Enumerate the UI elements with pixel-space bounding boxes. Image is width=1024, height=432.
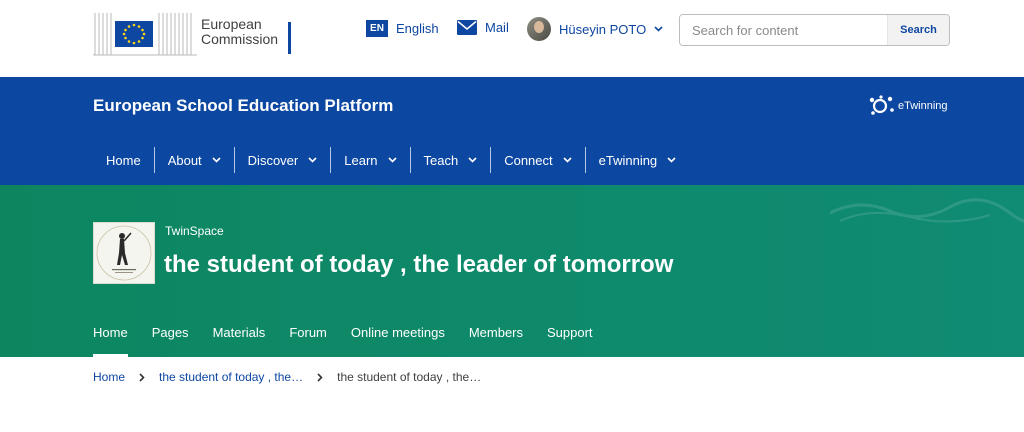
- chevron-right-icon: [317, 372, 323, 382]
- language-code-badge: EN: [366, 20, 388, 37]
- tab-support[interactable]: Support: [547, 325, 593, 357]
- breadcrumb-current: the student of today , the…: [337, 370, 482, 384]
- language-selector[interactable]: EN English: [366, 20, 439, 37]
- user-name: Hüseyin POTO: [559, 21, 647, 37]
- nav-connect[interactable]: Connect: [491, 147, 586, 173]
- twinspace-thumbnail: [93, 222, 155, 284]
- twinspace-header: TwinSpace the student of today , the lea…: [0, 185, 1024, 357]
- breadcrumb-home[interactable]: Home: [93, 370, 125, 384]
- etwinning-logo-text: eTwinning: [898, 100, 948, 112]
- chevron-down-icon[interactable]: [308, 157, 317, 163]
- logo-line-2: Commission: [201, 31, 279, 47]
- user-menu[interactable]: Hüseyin POTO: [527, 17, 663, 41]
- chevron-down-icon[interactable]: [387, 157, 397, 163]
- european-commission-logo[interactable]: European Commission: [93, 6, 293, 58]
- tab-forum[interactable]: Forum: [289, 325, 327, 357]
- nav-home-label: Home: [106, 152, 141, 168]
- chevron-down-icon[interactable]: [667, 157, 676, 163]
- chevron-down-icon[interactable]: [563, 157, 572, 163]
- decorative-pattern: [830, 198, 1024, 223]
- nav-teach[interactable]: Teach: [411, 147, 492, 173]
- nav-about-label: About: [167, 152, 202, 168]
- language-label: English: [396, 21, 439, 36]
- nav-learn[interactable]: Learn: [331, 147, 411, 173]
- envelope-icon: [457, 20, 477, 35]
- chevron-down-icon[interactable]: [468, 157, 477, 163]
- nav-discover[interactable]: Discover: [235, 147, 332, 173]
- site-header: European School Education Platform eTwin…: [0, 77, 1024, 185]
- nav-connect-label: Connect: [504, 152, 553, 168]
- breadcrumb-parent[interactable]: the student of today , the…: [159, 370, 303, 384]
- nav-teach-label: Teach: [423, 152, 459, 168]
- mail-link[interactable]: Mail: [457, 20, 509, 35]
- search-box: Search: [679, 14, 950, 46]
- top-header: European Commission EN English Mail Hüse…: [0, 0, 1024, 77]
- nav-etwinning[interactable]: eTwinning: [586, 147, 690, 173]
- etwinning-stars-icon: [869, 95, 894, 115]
- european-commission-wordmark: European Commission: [201, 17, 278, 47]
- commission-building-icon: [93, 7, 197, 57]
- etwinning-logo[interactable]: eTwinning: [868, 95, 948, 117]
- tab-pages[interactable]: Pages: [152, 325, 189, 357]
- nav-home[interactable]: Home: [93, 147, 155, 173]
- nav-about[interactable]: About: [155, 147, 235, 173]
- tab-home[interactable]: Home: [93, 325, 128, 357]
- search-button[interactable]: Search: [887, 15, 949, 45]
- tab-online-meetings[interactable]: Online meetings: [351, 325, 445, 357]
- chevron-down-icon: [654, 26, 663, 32]
- nav-learn-label: Learn: [344, 152, 378, 168]
- avatar: [527, 17, 551, 41]
- logo-divider: [288, 22, 291, 54]
- chevron-right-icon: [139, 372, 145, 382]
- space-type-label: TwinSpace: [165, 224, 224, 238]
- chevron-down-icon[interactable]: [212, 157, 221, 163]
- nav-discover-label: Discover: [247, 152, 299, 168]
- breadcrumb: Home the student of today , the… the stu…: [93, 370, 481, 384]
- logo-line-1: European: [201, 16, 262, 32]
- search-input[interactable]: [680, 15, 887, 45]
- tab-members[interactable]: Members: [469, 325, 523, 357]
- site-title[interactable]: European School Education Platform: [93, 96, 393, 116]
- main-navigation: Home About Discover Learn Teach Connect …: [93, 147, 689, 173]
- tab-materials[interactable]: Materials: [213, 325, 266, 357]
- twinspace-tabs: Home Pages Materials Forum Online meetin…: [93, 325, 617, 357]
- page-title: the student of today , the leader of tom…: [164, 251, 674, 278]
- nav-etwinning-label: eTwinning: [598, 152, 658, 168]
- mail-label: Mail: [485, 20, 509, 35]
